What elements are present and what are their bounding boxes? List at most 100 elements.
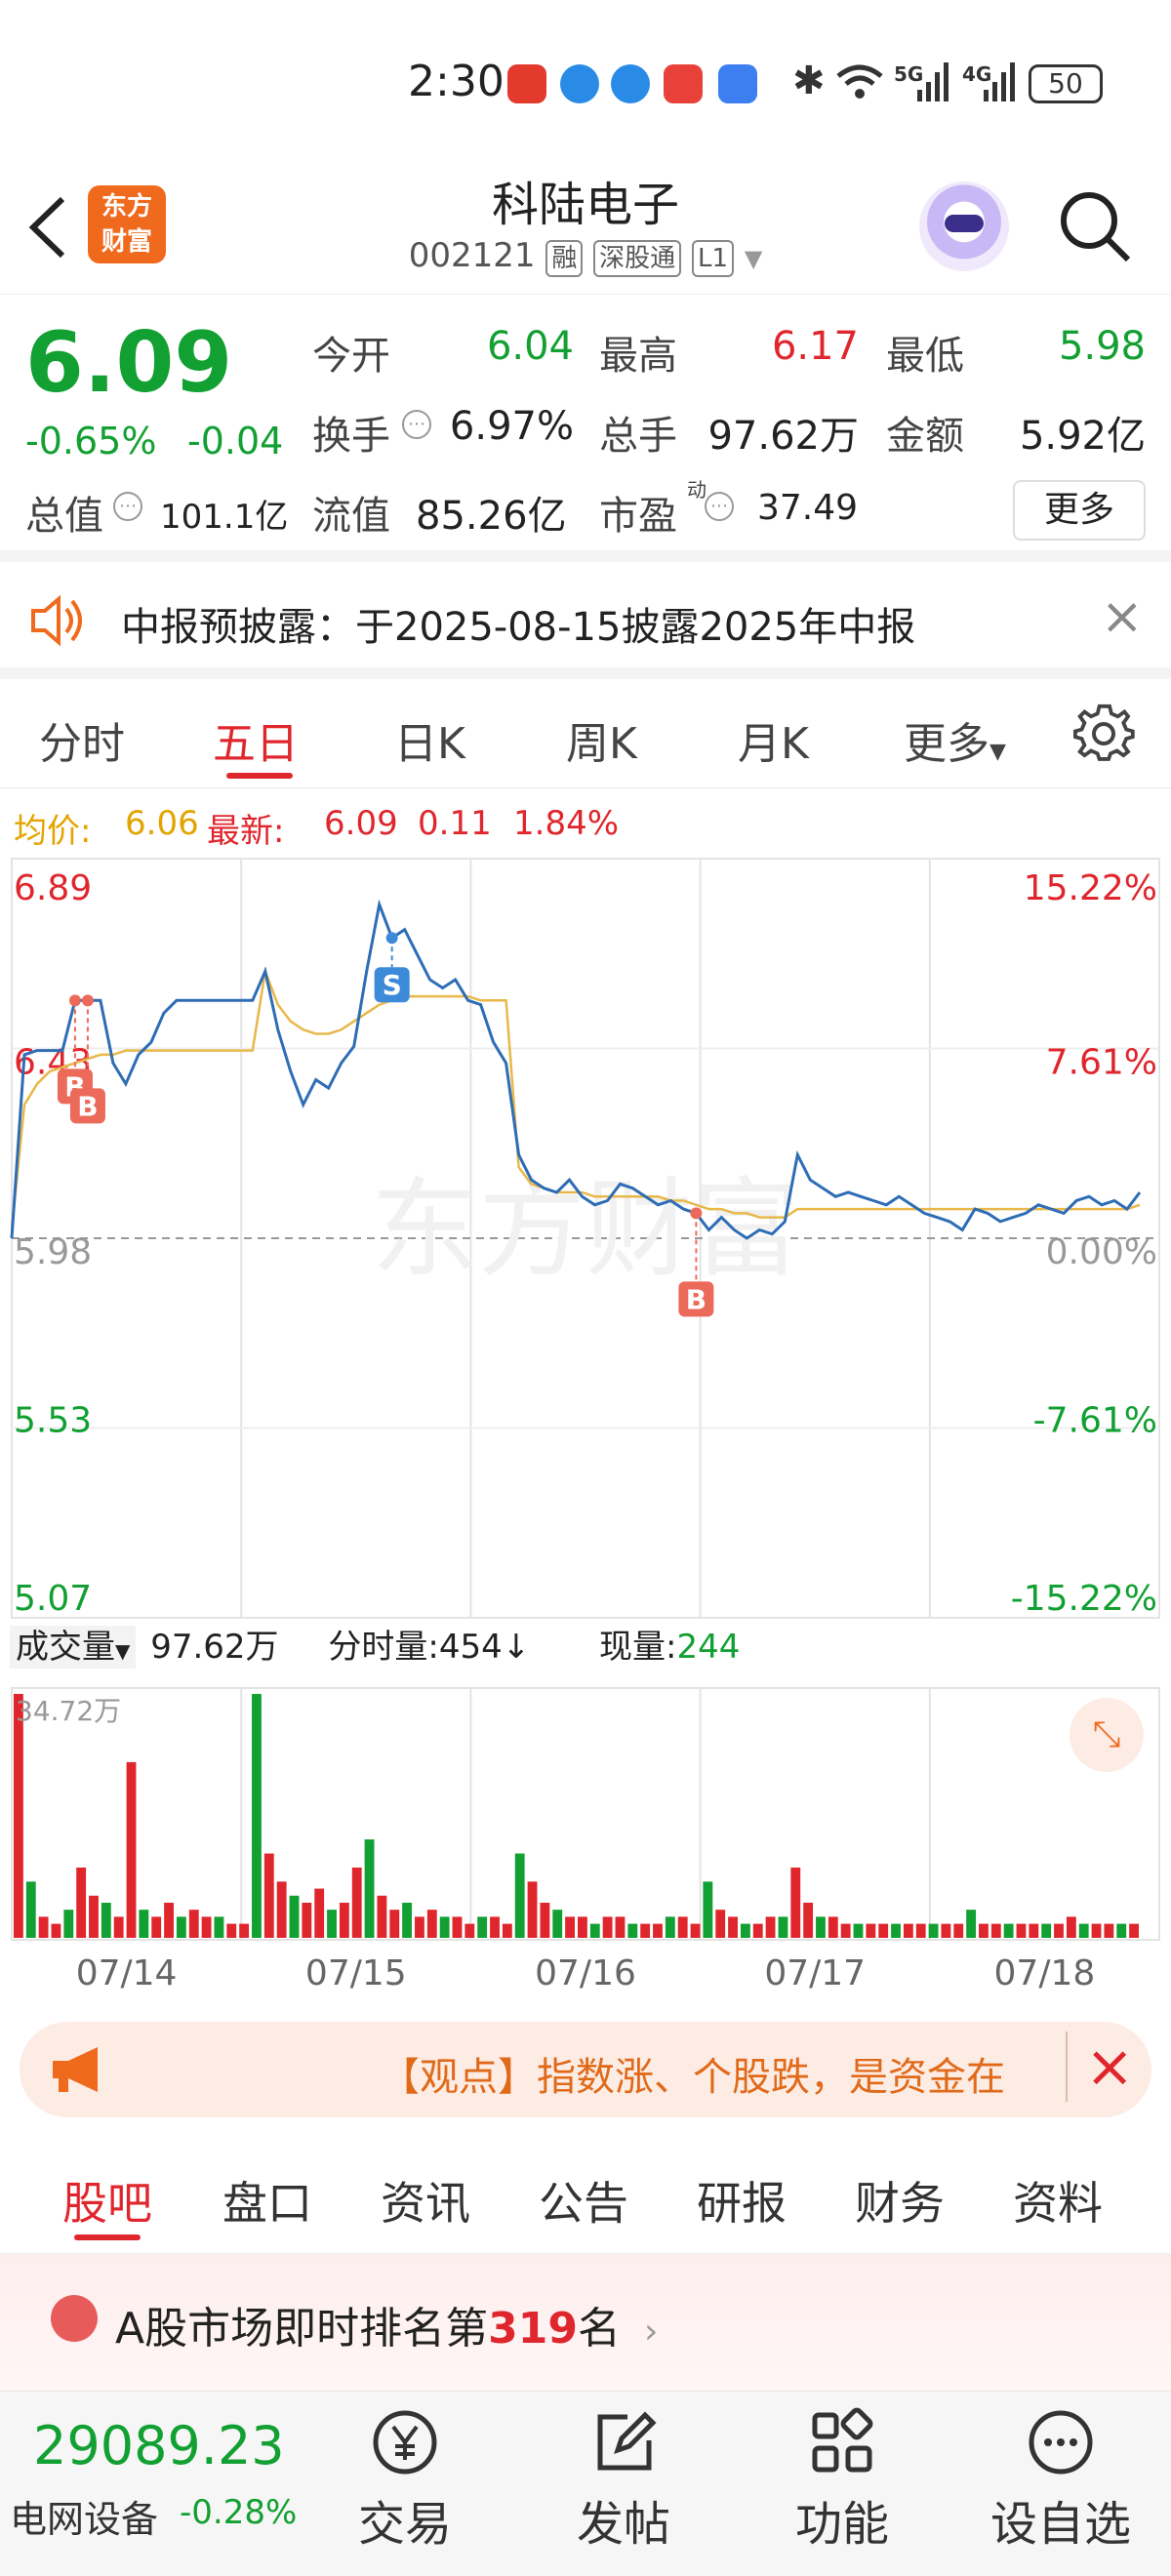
tab-profile[interactable]: 资料 — [1013, 2168, 1103, 2233]
volume-bar — [63, 1910, 74, 1938]
y-axis-tick-right: -15.22% — [1011, 1579, 1157, 1619]
pe-superscript: 动 — [687, 478, 707, 502]
volume-bar — [765, 1916, 776, 1938]
yen-circle-icon — [373, 2410, 437, 2475]
volume-bar — [151, 1916, 162, 1938]
volume-bar — [578, 1916, 587, 1938]
volume-bar — [752, 1923, 763, 1938]
volume-bar — [25, 1881, 36, 1938]
tab-financials[interactable]: 财务 — [855, 2168, 945, 2233]
market-cap-label: 总值 — [25, 494, 103, 539]
volume-bar — [214, 1916, 224, 1938]
volume-bar — [953, 1923, 964, 1938]
volume-bar — [640, 1923, 651, 1938]
float-cap-label: 流值 — [312, 494, 390, 539]
low-value: 5.98 — [1058, 324, 1146, 369]
tab-active-indicator — [74, 2234, 141, 2240]
nav-post[interactable]: 发帖 — [550, 2407, 697, 2554]
tab-five-day[interactable]: 五日 — [213, 708, 299, 771]
volume-bar — [314, 1888, 325, 1938]
volume-bar — [226, 1923, 237, 1938]
more-button[interactable]: 更多 — [1013, 480, 1146, 541]
five-day-chart[interactable]: 东方财富 6.89 6.43 5.98 5.53 5.07 15.22% 7.61% 0.00… — [0, 857, 1171, 2028]
volume-bar — [615, 1916, 626, 1938]
y-axis-tick-left: 5.07 — [14, 1579, 92, 1619]
more-dots-icon — [1029, 2410, 1093, 2475]
ranking-text: A股市场即时排名第319名 › — [115, 2293, 658, 2355]
status-bar: 2:30 ✱ 5G 4G 50 — [0, 0, 1171, 166]
x-axis-date-label: 07/18 — [994, 1953, 1096, 1993]
current-volume: 244 — [676, 1628, 741, 1667]
close-icon[interactable]: × — [1101, 587, 1144, 646]
volume-selector[interactable]: 成交量▼ — [10, 1626, 137, 1669]
trade-marker-label: S — [383, 969, 402, 1001]
volume-header: 成交量▼ 97.62万 分时量:454↓ 现量:244 — [10, 1620, 740, 1674]
tab-intraday[interactable]: 分时 — [39, 708, 125, 771]
volume-bar — [477, 1916, 488, 1938]
volume-bar — [188, 1910, 199, 1938]
browser-notification-icon — [611, 64, 650, 103]
opinion-banner[interactable]: 【观点】指数涨、个股跌，是资金在 × — [20, 2022, 1151, 2117]
tab-forum[interactable]: 股吧 — [62, 2168, 152, 2233]
content-tabs: 股吧 盘口 资讯 公告 研报 财务 资料 — [0, 2137, 1171, 2254]
pe-label: 市盈 — [599, 494, 677, 539]
index-value[interactable]: 29089.23 — [33, 2415, 285, 2476]
robot-assistant-icon[interactable] — [919, 181, 1009, 271]
close-icon[interactable]: × — [1066, 2032, 1134, 2102]
tab-daily-k[interactable]: 日K — [394, 708, 465, 771]
nav-trade-label: 交易 — [357, 2497, 452, 2552]
market-cap-value: 101.1亿 — [160, 498, 289, 537]
tab-more[interactable]: 更多▼ — [904, 708, 1006, 771]
level-tag: L1 — [691, 240, 734, 277]
tab-research[interactable]: 研报 — [697, 2168, 787, 2233]
volume-frame — [11, 1687, 1160, 1941]
volume-bar — [389, 1910, 400, 1938]
search-icon[interactable] — [1056, 187, 1134, 265]
volume-bar — [126, 1761, 137, 1938]
tab-more-label: 更多 — [904, 719, 989, 769]
volume-bar — [1041, 1923, 1052, 1938]
info-icon[interactable]: ⋯ — [705, 492, 734, 521]
ranking-prefix: A股市场即时排名第 — [115, 2304, 489, 2354]
y-axis-tick-right: 15.22% — [1024, 868, 1157, 908]
trade-marker-dot — [385, 932, 398, 945]
tab-orderbook[interactable]: 盘口 — [222, 2168, 312, 2233]
price-summary-line: 均价: 6.06 最新: 6.09 0.11 1.84% — [0, 788, 1171, 857]
volume-bar — [327, 1910, 337, 1938]
caret-down-icon: ▼ — [989, 740, 1006, 764]
volume-bar — [1029, 1923, 1039, 1938]
tab-news[interactable]: 资讯 — [381, 2168, 470, 2233]
tab-announcements[interactable]: 公告 — [539, 2168, 628, 2233]
settings-gear-icon[interactable] — [1073, 703, 1136, 765]
volume-bar — [690, 1923, 701, 1938]
tab-monthly-k[interactable]: 月K — [738, 708, 809, 771]
volume-bar — [627, 1923, 638, 1938]
nav-add-watchlist[interactable]: 设自选 — [988, 2407, 1134, 2554]
nav-trade[interactable]: 交易 — [332, 2407, 478, 2554]
volume-bar — [1104, 1923, 1114, 1938]
volume-bar — [728, 1916, 738, 1938]
volume-bar — [490, 1916, 500, 1938]
volume-bar — [201, 1916, 212, 1938]
battery-icon: 50 — [1029, 64, 1103, 103]
amount-value: 5.92亿 — [1019, 414, 1146, 459]
price-chart-svg[interactable]: 东方财富 6.896.435.985.535.0715.22%7.61%0.00… — [0, 857, 1171, 2028]
y-axis-tick-left: 6.89 — [14, 868, 92, 908]
notice-bar[interactable]: 中报预披露：于2025-08-15披露2025年中报 × — [0, 562, 1171, 679]
turnover-value: 6.97% — [449, 404, 574, 449]
nav-functions[interactable]: 功能 — [769, 2407, 915, 2554]
volume-bar — [552, 1910, 563, 1938]
trade-marker-dot — [81, 994, 94, 1007]
volume-bar — [790, 1867, 801, 1938]
volume-bar — [703, 1881, 713, 1938]
amount-label: 金额 — [886, 414, 964, 459]
expand-icon[interactable]: ⤡ — [1070, 1698, 1144, 1772]
volume-bar — [677, 1916, 688, 1938]
nav-functions-label: 功能 — [794, 2497, 889, 2552]
volume-bar — [439, 1916, 450, 1938]
tab-weekly-k[interactable]: 周K — [566, 708, 637, 771]
info-icon[interactable]: ⋯ — [402, 410, 431, 439]
ranking-row[interactable]: A股市场即时排名第319名 › — [0, 2254, 1171, 2391]
info-icon[interactable]: ⋯ — [113, 492, 142, 521]
volume-bar — [351, 1867, 362, 1938]
